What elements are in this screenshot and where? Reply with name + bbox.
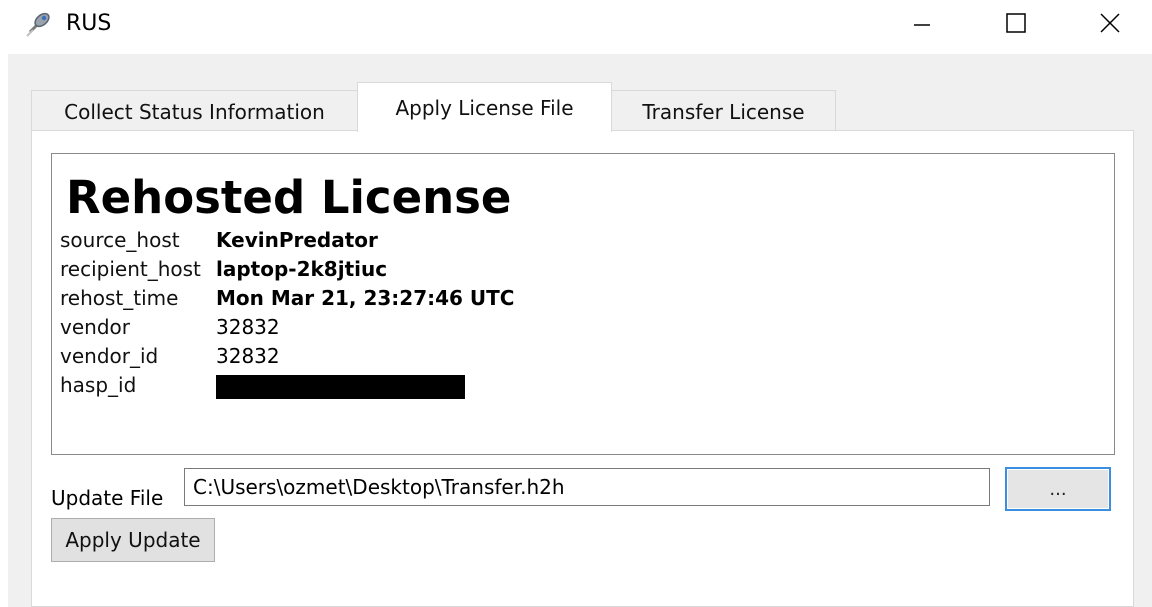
tab-collect-status-information[interactable]: Collect Status Information <box>31 90 358 132</box>
maximize-icon <box>1006 13 1026 33</box>
license-row-source-host: source_host KevinPredator <box>60 226 514 255</box>
license-value: 32832 <box>216 315 280 339</box>
license-row-vendor: vendor 32832 <box>60 313 514 342</box>
satellite-rocket-icon <box>26 12 50 37</box>
apply-update-button[interactable]: Apply Update <box>51 518 215 562</box>
license-value: Mon Mar 21, 23:27:46 UTC <box>216 286 515 310</box>
close-icon <box>1100 13 1120 33</box>
license-key: rehost_time <box>60 286 179 310</box>
license-key: vendor_id <box>60 344 159 368</box>
window-client-area: Collect Status Information Apply License… <box>8 54 1152 607</box>
license-info-table: source_host KevinPredator recipient_host… <box>60 226 514 400</box>
browse-button[interactable]: ... <box>1005 467 1111 511</box>
apply-license-file-panel: Rehosted License source_host KevinPredat… <box>31 130 1134 607</box>
license-row-recipient-host: recipient_host laptop-2k8jtiuc <box>60 255 514 284</box>
license-row-hasp-id: hasp_id <box>60 371 514 400</box>
license-row-rehost-time: rehost_time Mon Mar 21, 23:27:46 UTC <box>60 284 514 313</box>
tab-transfer-license[interactable]: Transfer License <box>611 90 836 132</box>
license-value <box>216 371 514 400</box>
title-bar: RUS <box>0 0 1152 50</box>
license-heading: Rehosted License <box>66 171 512 224</box>
license-key: hasp_id <box>60 373 137 397</box>
update-file-input[interactable] <box>184 468 990 506</box>
minimize-icon <box>914 24 930 26</box>
license-info-box[interactable]: Rehosted License source_host KevinPredat… <box>51 153 1115 455</box>
license-key: vendor <box>60 315 130 339</box>
redacted-block <box>216 374 465 399</box>
minimize-button[interactable] <box>892 0 952 46</box>
license-value: laptop-2k8jtiuc <box>216 257 388 281</box>
license-value: 32832 <box>216 344 280 368</box>
license-row-vendor-id: vendor_id 32832 <box>60 342 514 371</box>
tab-apply-license-file[interactable]: Apply License File <box>357 82 612 132</box>
close-button[interactable] <box>1080 0 1140 46</box>
license-key: source_host <box>60 228 180 252</box>
license-value: KevinPredator <box>216 228 378 252</box>
license-key: recipient_host <box>60 257 201 281</box>
update-file-label: Update File <box>51 486 164 510</box>
maximize-button[interactable] <box>986 0 1046 46</box>
window-title: RUS <box>66 11 112 36</box>
